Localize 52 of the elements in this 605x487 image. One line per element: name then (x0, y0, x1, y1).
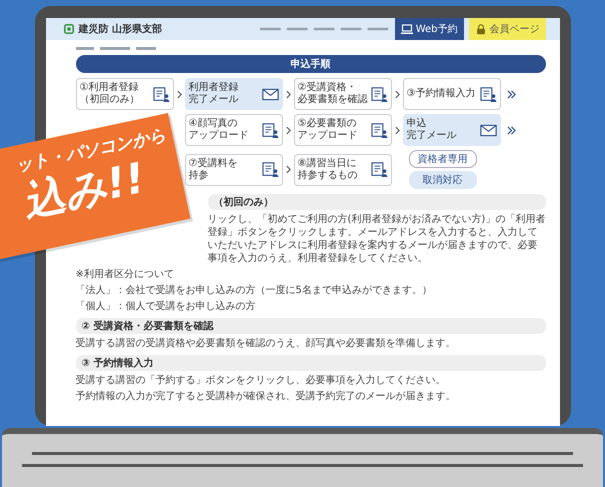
document-person-icon (262, 122, 278, 138)
step-card[interactable]: ③予約情報入力 (402, 78, 500, 110)
step-card[interactable]: ⑦受講料を 持参 (184, 154, 282, 186)
section-heading: ② 受講資格・必要書類を確認 (76, 318, 546, 334)
chevron-icon (286, 90, 290, 98)
document-person-icon (370, 122, 388, 138)
section-heading: ③ 予約情報入力 (76, 355, 546, 371)
paragraph: リックし、「初めてご利用の方(利用者登録がお済みでない方)」の「利用者登録」ボタンをクリックします。メールアドレスを入力すると、入力していただいたアドレスに利用者登録を案内するメールが届きますので、必要事項を入力のうえ、利用者登録をしてください。 (208, 213, 546, 265)
note-text: 「法人」：会社で受講をお申し込みの方（一度に5名まで申込みができます。） (76, 284, 433, 297)
step-label: ⑤必要書類の アップロード (298, 118, 358, 142)
step-label: ③予約情報入力 (406, 88, 476, 100)
site-name: 建災防 山形県支部 (78, 22, 162, 36)
note-text: 「個人」：個人で受講をお申し込みの方 (76, 300, 256, 313)
document-person-icon (262, 162, 278, 177)
member-page-button[interactable]: 会員ページ (468, 18, 546, 40)
section-heading: （初回のみ） (208, 194, 546, 210)
step-card[interactable]: 利用者登録 完了メール (184, 78, 282, 110)
note-text: ※利用者区分について (76, 268, 175, 281)
chevron-icon (286, 165, 290, 174)
lock-icon (474, 24, 486, 34)
page-title: 申込手順 (76, 55, 546, 73)
step-label: ①利用者登録 （初回のみ） (80, 82, 140, 106)
step-card[interactable]: ⑤必要書類の アップロード (294, 114, 392, 146)
web-reservation-button[interactable]: Web予約 (394, 18, 464, 40)
logo-icon (64, 24, 74, 34)
step-card[interactable]: ①利用者登録 （初回のみ） (76, 78, 174, 110)
chevron-icon (394, 126, 400, 134)
chevron-icon (176, 90, 182, 98)
chevron-icon (286, 126, 290, 134)
step-card[interactable]: ⑧講習当日に 持参するもの (294, 154, 392, 186)
envelope-icon (480, 122, 496, 138)
document-person-icon (152, 86, 170, 102)
paragraph: 受講する講習の「予約する」ボタンをクリックし、必要事項を入力してください。 (76, 374, 446, 387)
step-label: 申込 完了メール (406, 118, 456, 142)
paragraph: 受講する講習の受講資格や必要書類を確認のうえ、顔写真や必要書類を準備します。 (76, 337, 456, 350)
step-label: ⑧講習当日に 持参するもの (298, 158, 358, 182)
computer-icon (400, 24, 413, 34)
step-card[interactable]: 申込 完了メール (402, 114, 500, 146)
chevron-icon (394, 90, 400, 98)
step-label: 利用者登録 完了メール (188, 82, 238, 106)
paragraph: 予約情報の入力が完了すると受講枠が確保され、受講予約完了のメールが届きます。 (76, 390, 456, 403)
document-person-icon (370, 86, 388, 102)
document-person-icon (480, 86, 496, 102)
step-label: ②受講資格・ 必要書類を確認 (298, 82, 368, 106)
step-label: ④顔写真の アップロード (188, 118, 248, 142)
document-person-icon (370, 162, 388, 177)
step-card[interactable]: ④顔写真の アップロード (184, 114, 282, 146)
step-label: ⑦受講料を 持参 (188, 158, 238, 182)
link-button[interactable]: 取消対応 (408, 171, 476, 189)
step-card[interactable]: ②受講資格・ 必要書類を確認 (294, 78, 392, 110)
link-button[interactable]: 資格者専用 (408, 150, 476, 168)
envelope-icon (262, 86, 278, 102)
